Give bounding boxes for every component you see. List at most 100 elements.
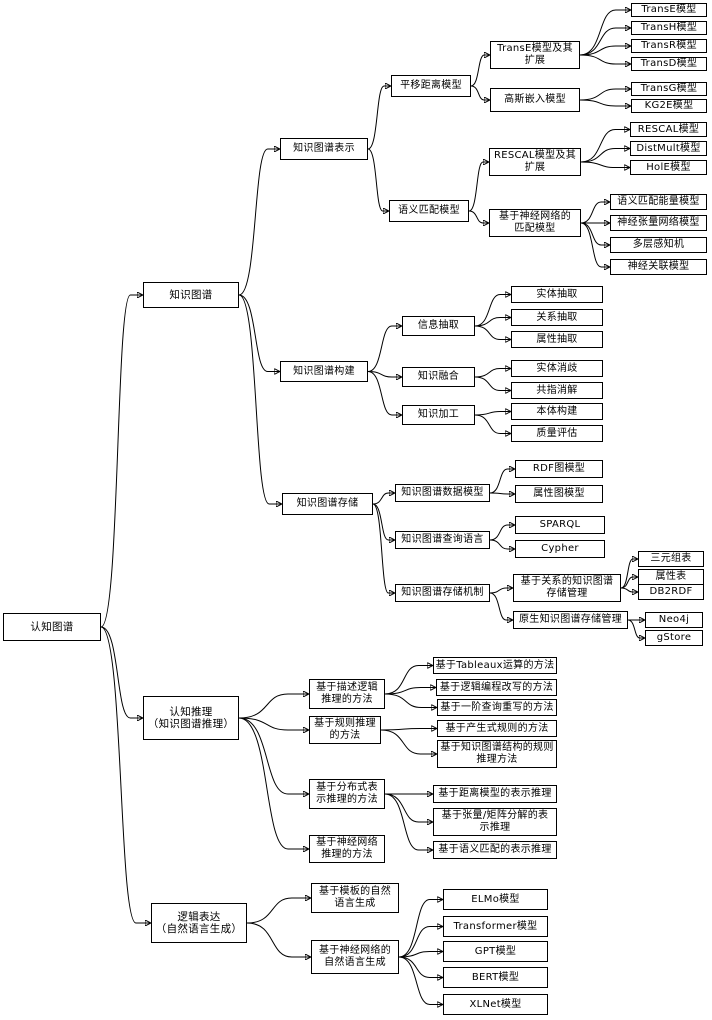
edge-knowledge-fusion-to-entity-disambiguation: [474, 369, 511, 378]
node-hole: HolE模型: [630, 160, 707, 175]
node-kg-query-language: 知识图谱查询语言: [395, 531, 490, 549]
node-semantic-matching-energy: 语义匹配能量模型: [610, 194, 707, 210]
node-ontology-construction: 本体构建: [511, 403, 603, 420]
edge-rule-reasoning-to-kg-structure-rule-method: [380, 729, 437, 754]
edge-semantic-matching-model-to-nn-matching-model: [468, 210, 489, 223]
edge-kg-construction-to-knowledge-processing: [367, 371, 402, 416]
node-translation-distance-model: 平移距离模型: [391, 75, 471, 97]
edge-root-to-knowledge-graph: [100, 295, 143, 628]
node-native-storage: 原生知识图谱存储管理: [513, 611, 628, 629]
node-dl-reasoning: 基于描述逻辑 推理的方法: [309, 679, 385, 709]
node-kg-data-model: 知识图谱数据模型: [395, 484, 490, 502]
node-kg2e: KG2E模型: [631, 99, 707, 113]
edge-logic-expression-to-nn-nlg: [246, 922, 311, 957]
node-sparql: SPARQL: [515, 516, 605, 534]
edge-nn-matching-model-to-mlp: [580, 222, 610, 245]
node-semantic-matching-reasoning: 基于语义匹配的表示推理: [433, 841, 557, 859]
edge-kg-construction-to-information-extraction: [367, 326, 402, 372]
edge-rescal-extension-to-hole: [580, 161, 630, 168]
edge-knowledge-processing-to-ontology-construction: [474, 412, 511, 416]
node-logic-expression: 逻辑表达 （自然语言生成）: [151, 903, 247, 943]
node-first-order-query-method: 基于一阶查询重写的方法: [437, 699, 557, 716]
node-tableaux-method: 基于Tableaux运算的方法: [433, 657, 557, 674]
node-kg-storage-mechanism: 知识图谱存储机制: [395, 584, 490, 602]
edge-root-to-cognitive-reasoning: [100, 626, 143, 718]
node-kg-storage: 知识图谱存储: [282, 493, 373, 515]
edge-kg-construction-to-knowledge-fusion: [367, 371, 402, 378]
edge-dl-reasoning-to-first-order-query-method: [384, 693, 437, 708]
node-property-table: 属性表: [638, 569, 704, 585]
node-relational-storage: 基于关系的知识图谱 存储管理: [513, 574, 621, 602]
node-knowledge-fusion: 知识融合: [402, 367, 475, 387]
node-gpt: GPT模型: [443, 941, 548, 962]
edge-knowledge-graph-to-kg-construction: [238, 294, 280, 372]
node-elmo: ELMo模型: [443, 889, 548, 910]
node-cypher: Cypher: [515, 540, 605, 558]
edge-kg-data-model-to-rdf-graph-model: [489, 469, 515, 494]
node-quality-assessment: 质量评估: [511, 425, 603, 442]
edge-nn-nlg-to-xlnet: [398, 956, 443, 1005]
edge-cognitive-reasoning-to-dl-reasoning: [238, 694, 309, 719]
node-db2rdf: DB2RDF: [638, 584, 704, 600]
node-nn-matching-model: 基于神经网络的 匹配模型: [489, 209, 581, 237]
edge-nn-nlg-to-bert: [398, 956, 443, 978]
node-neo4j: Neo4j: [645, 612, 703, 628]
edge-kg-data-model-to-property-graph-model: [489, 493, 515, 494]
edge-kg-query-language-to-cypher: [489, 539, 515, 549]
node-production-rule-method: 基于产生式规则的方法: [437, 720, 557, 737]
node-template-nlg: 基于模板的自然 语言生成: [311, 883, 399, 913]
edge-translation-distance-model-to-transe-extension: [470, 55, 490, 87]
node-nn-reasoning: 基于神经网络 推理的方法: [309, 835, 385, 863]
edge-kg-storage-to-kg-storage-mechanism: [372, 503, 395, 593]
edge-semantic-matching-model-to-rescal-extension: [468, 162, 489, 212]
node-gstore: gStore: [645, 630, 703, 646]
edge-gaussian-embedding-model-to-transg: [579, 89, 631, 101]
node-transe-extension: TransE模型及其 扩展: [490, 41, 580, 69]
node-semantic-matching-model: 语义匹配模型: [389, 200, 469, 222]
edge-nn-matching-model-to-semantic-matching-energy: [580, 202, 610, 224]
node-nn-nlg: 基于神经网络的 自然语言生成: [311, 940, 399, 974]
node-kg-structure-rule-method: 基于知识图谱结构的规则 推理方法: [437, 740, 557, 768]
node-triple-table: 三元组表: [638, 551, 704, 567]
node-transg: TransG模型: [631, 82, 707, 96]
edge-root-to-logic-expression: [100, 626, 151, 923]
node-attribute-extraction: 属性抽取: [511, 331, 603, 348]
node-information-extraction: 信息抽取: [402, 316, 475, 336]
edge-rule-reasoning-to-production-rule-method: [380, 729, 437, 731]
edge-relational-storage-to-db2rdf: [620, 587, 638, 592]
node-root: 认知图谱: [3, 613, 101, 641]
node-rdf-graph-model: RDF图模型: [515, 460, 603, 478]
edge-relational-storage-to-triple-table: [620, 559, 638, 589]
node-entity-disambiguation: 实体消歧: [511, 360, 603, 377]
node-kg-representation: 知识图谱表示: [280, 138, 368, 160]
node-transe: TransE模型: [631, 3, 707, 17]
node-transformer: Transformer模型: [443, 916, 548, 937]
edge-kg-representation-to-semantic-matching-model: [367, 148, 389, 211]
edge-logic-expression-to-template-nlg: [246, 898, 311, 924]
node-distmult: DistMult模型: [630, 141, 707, 156]
edge-cognitive-reasoning-to-distributed-repr-reasoning: [238, 717, 309, 794]
node-relation-extraction: 关系抽取: [511, 309, 603, 326]
node-distributed-repr-reasoning: 基于分布式表 示推理的方法: [309, 779, 385, 809]
node-mlp: 多层感知机: [610, 237, 707, 253]
node-property-graph-model: 属性图模型: [515, 485, 603, 503]
edge-kg-query-language-to-sparql: [489, 525, 515, 541]
edge-kg-storage-mechanism-to-native-storage: [489, 592, 513, 620]
node-transd: TransD模型: [631, 57, 707, 71]
edge-knowledge-graph-to-kg-representation: [238, 149, 280, 296]
edge-dl-reasoning-to-logic-programming-method: [384, 688, 436, 695]
edge-nn-nlg-to-elmo: [398, 900, 443, 958]
node-gaussian-embedding-model: 高斯嵌入模型: [490, 88, 580, 112]
node-xlnet: XLNet模型: [443, 994, 548, 1015]
edge-cognitive-reasoning-to-nn-reasoning: [238, 717, 309, 849]
edge-kg-representation-to-translation-distance-model: [367, 86, 391, 150]
edge-transe-extension-to-transd: [579, 54, 631, 64]
node-tensor-factorization-reasoning: 基于张量/矩阵分解的表 示推理: [433, 808, 557, 836]
edge-knowledge-graph-to-kg-storage: [238, 294, 282, 504]
edge-dl-reasoning-to-tableaux-method: [384, 666, 433, 695]
node-cognitive-reasoning: 认知推理 （知识图谱推理）: [143, 696, 239, 740]
edge-kg-storage-to-kg-data-model: [372, 493, 395, 505]
node-transh: TransH模型: [631, 21, 707, 35]
edge-native-storage-to-gstore: [627, 619, 645, 638]
edge-knowledge-processing-to-quality-assessment: [474, 414, 511, 434]
